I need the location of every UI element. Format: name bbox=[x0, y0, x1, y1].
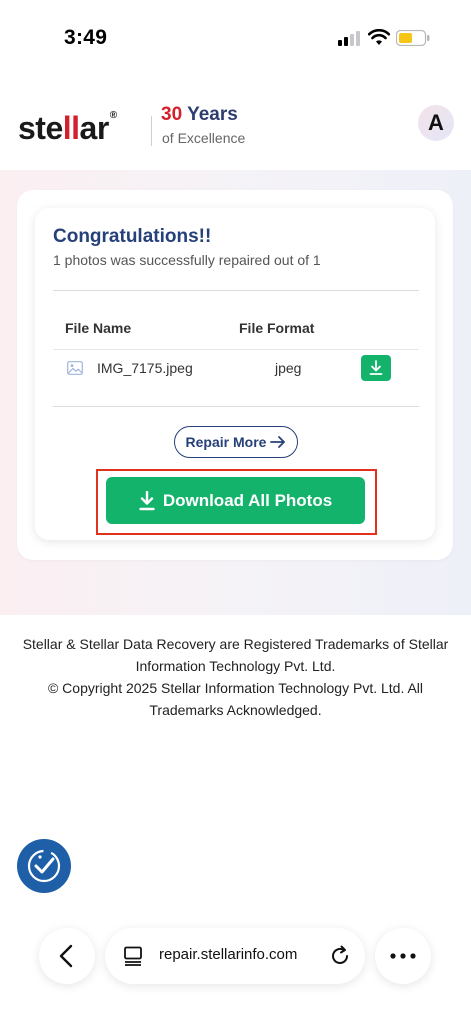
divider bbox=[53, 406, 419, 407]
years-word: Years bbox=[187, 104, 238, 125]
logo-text-ll: ll bbox=[62, 110, 80, 146]
chevron-left-icon bbox=[59, 944, 73, 968]
years-number: 30 bbox=[161, 104, 183, 125]
result-title: Congratulations!! bbox=[53, 226, 212, 247]
browser-back-button[interactable] bbox=[39, 928, 95, 984]
result-card: Congratulations!! 1 photos was successfu… bbox=[35, 208, 435, 540]
more-dots-icon bbox=[390, 953, 416, 959]
accessibility-button[interactable] bbox=[17, 839, 71, 893]
file-format: jpeg bbox=[275, 360, 302, 376]
avatar[interactable]: A bbox=[418, 105, 454, 141]
repair-more-button[interactable]: Repair More bbox=[174, 426, 298, 458]
repair-more-label: Repair More bbox=[185, 434, 267, 450]
image-file-icon bbox=[67, 361, 83, 375]
logo-registered-mark: ® bbox=[109, 110, 117, 121]
download-icon bbox=[139, 490, 155, 510]
url-text: repair.stellarinfo.com bbox=[159, 946, 298, 963]
page-tabs-icon[interactable] bbox=[123, 946, 145, 966]
stellar-logo[interactable]: stellar® bbox=[18, 110, 117, 147]
download-file-button[interactable] bbox=[361, 355, 391, 381]
file-name: IMG_7175.jpeg bbox=[97, 360, 193, 376]
battery-low-power-icon bbox=[396, 30, 430, 46]
years-badge: 30 Years bbox=[161, 104, 238, 126]
footer: Stellar & Stellar Data Recovery are Regi… bbox=[10, 633, 461, 721]
result-subtitle: 1 photos was successfully repaired out o… bbox=[53, 252, 321, 268]
reload-icon[interactable] bbox=[329, 945, 351, 967]
footer-copyright-text: © Copyright 2025 Stellar Information Tec… bbox=[47, 680, 424, 718]
browser-more-button[interactable] bbox=[375, 928, 431, 984]
site-header: stellar® 30 Years of Excellence A bbox=[0, 90, 471, 170]
column-header-file-name: File Name bbox=[65, 320, 132, 336]
download-all-label: Download All Photos bbox=[162, 490, 333, 510]
column-header-file-format: File Format bbox=[239, 320, 315, 336]
download-all-photos-button[interactable]: Download All Photos bbox=[106, 477, 365, 524]
result-container: Congratulations!! 1 photos was successfu… bbox=[17, 190, 453, 560]
browser-address-bar[interactable]: repair.stellarinfo.com bbox=[105, 928, 365, 984]
tagline: of Excellence bbox=[162, 130, 246, 146]
divider bbox=[53, 290, 419, 291]
download-icon bbox=[369, 360, 383, 375]
table-header-divider bbox=[53, 349, 419, 350]
cellular-signal-icon bbox=[338, 30, 362, 46]
main-content: Congratulations!! 1 photos was successfu… bbox=[0, 170, 471, 615]
accessibility-icon bbox=[27, 849, 61, 883]
arrow-right-icon bbox=[270, 436, 286, 448]
logo-text-prefix: ste bbox=[18, 110, 63, 146]
status-bar: 3:49 bbox=[0, 0, 471, 76]
wifi-icon bbox=[368, 29, 390, 45]
logo-text-suffix: ar bbox=[79, 110, 110, 146]
header-divider bbox=[151, 116, 152, 146]
footer-trademark-text: Stellar & Stellar Data Recovery are Regi… bbox=[22, 636, 449, 674]
status-time: 3:49 bbox=[64, 26, 108, 49]
